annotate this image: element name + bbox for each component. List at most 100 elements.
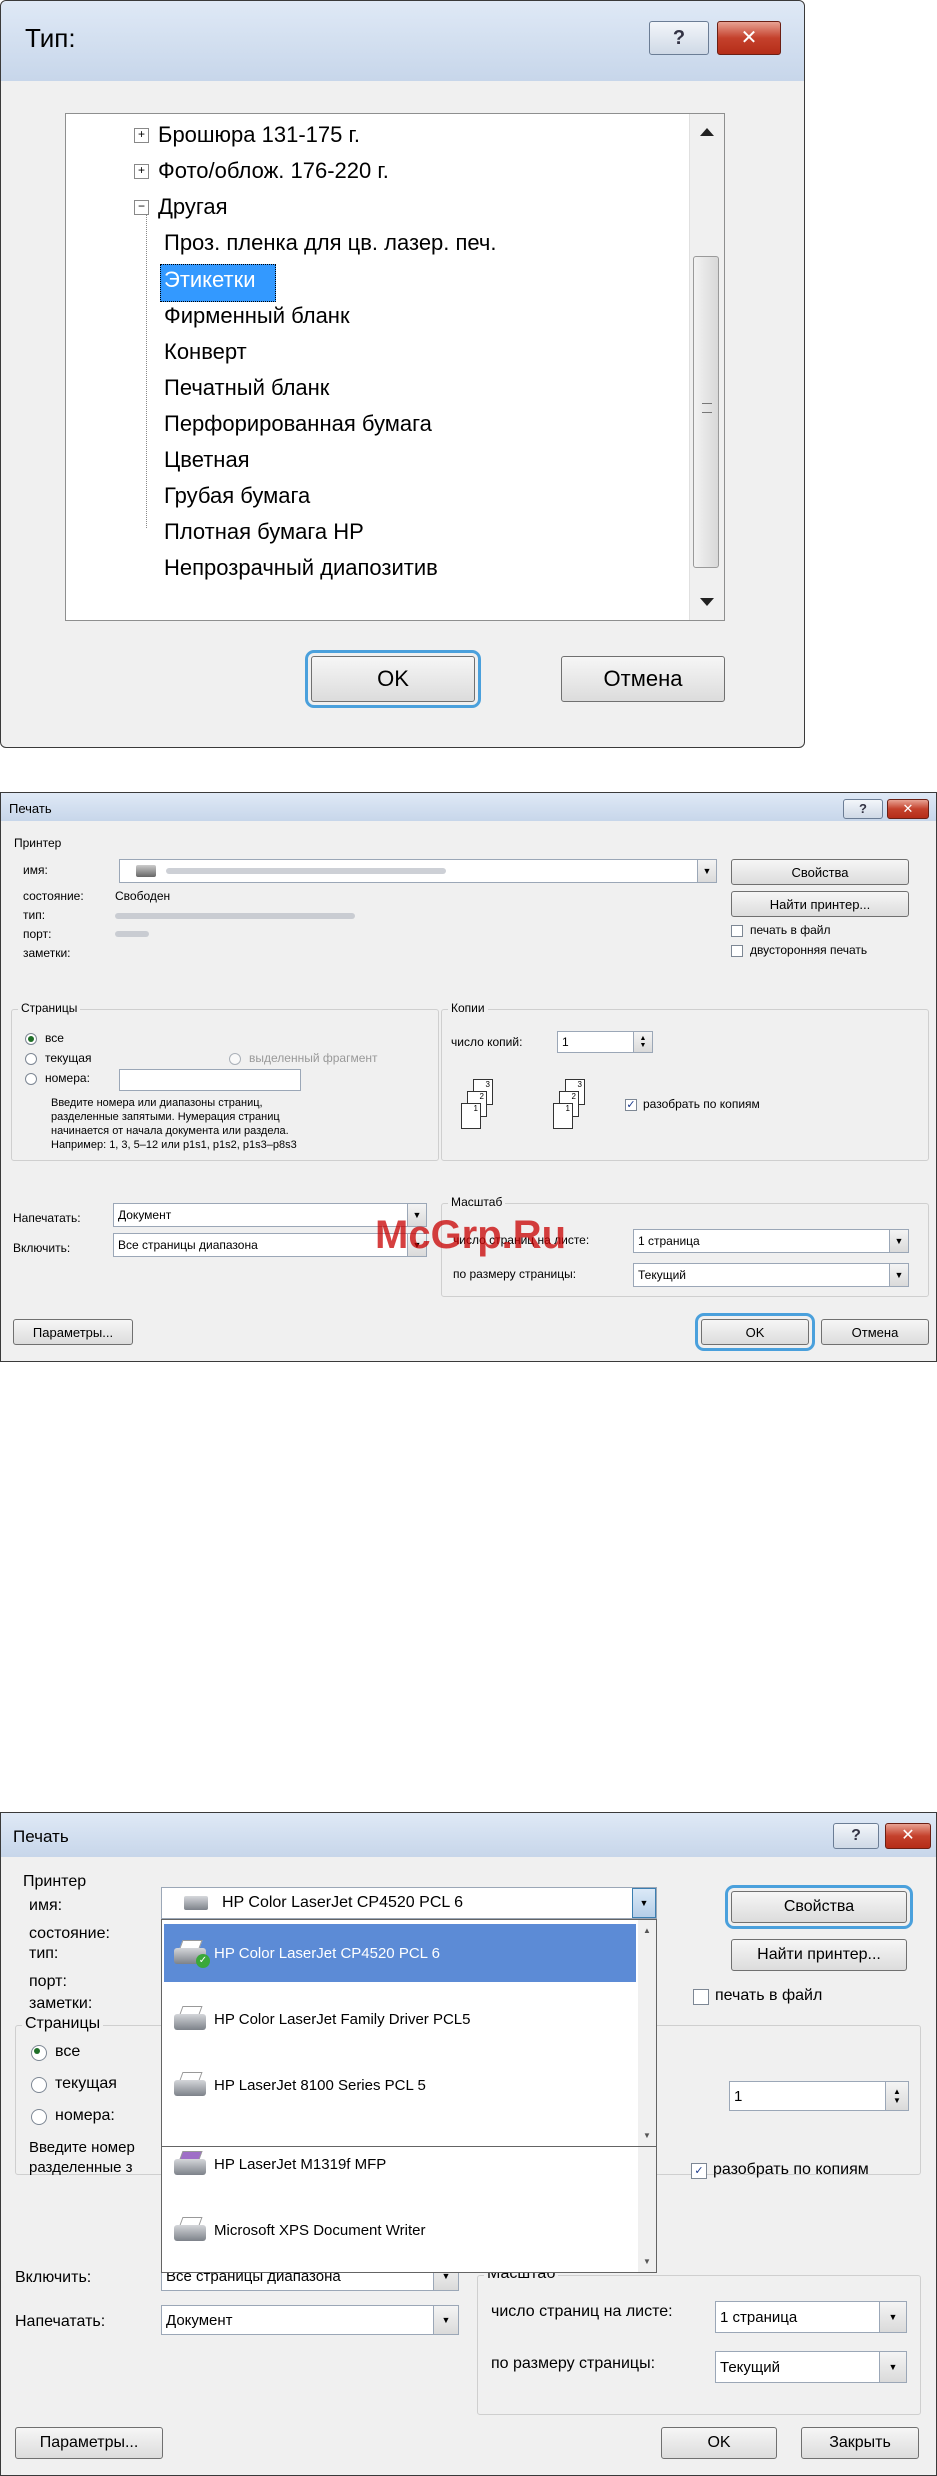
page-numbers-radio[interactable]: [31, 2109, 47, 2125]
find-printer-button[interactable]: Найти принтер...: [731, 1939, 907, 1971]
scale-select[interactable]: Текущий ▼: [715, 2351, 907, 2383]
ok-button[interactable]: OK: [661, 2427, 777, 2459]
printer-select[interactable]: ▼: [119, 859, 717, 883]
all-pages-radio[interactable]: [31, 2045, 47, 2061]
cancel-button[interactable]: Отмена: [821, 1319, 929, 1345]
pages-per-sheet-select[interactable]: 1 страница ▼: [633, 1229, 909, 1253]
printer-dropdown-list[interactable]: ▲ ▼ ✓ HP Color LaserJet CP4520 PCL 6 HP …: [161, 1919, 657, 2147]
collate-checkbox[interactable]: ✓: [625, 1099, 637, 1111]
copies-spinner[interactable]: ▲ ▼: [633, 1032, 652, 1052]
tree-expander-minus-icon[interactable]: −: [134, 200, 149, 215]
print-what-select[interactable]: Документ ▼: [161, 2305, 459, 2335]
blurred-type-value: [115, 913, 355, 919]
chevron-down-icon[interactable]: ▼: [697, 860, 716, 882]
duplex-checkbox[interactable]: [731, 945, 743, 957]
tree-item-envelope[interactable]: Конверт: [164, 339, 247, 365]
printer-option[interactable]: HP Color LaserJet Family Driver PCL5: [164, 1998, 638, 2040]
tree-item-labels[interactable]: Этикетки: [164, 267, 256, 293]
tree-item-colored[interactable]: Цветная: [164, 447, 250, 473]
scroll-thumb[interactable]: [693, 256, 719, 568]
pages-per-sheet-select[interactable]: 1 страница ▼: [715, 2301, 907, 2333]
help-button[interactable]: ?: [833, 1823, 879, 1849]
print-to-file-checkbox[interactable]: [693, 1989, 709, 2005]
tree-item-transparency[interactable]: Проз. пленка для цв. лазер. печ.: [164, 230, 497, 256]
paper-type-dialog: Тип: ? ✕ + Брошюра 131-175 г. + Фото/обл…: [0, 0, 805, 748]
tree-item-opaque-film[interactable]: Непрозрачный диапозитив: [164, 555, 438, 581]
close-button[interactable]: ✕: [885, 1823, 931, 1849]
printer-icon: [136, 865, 156, 877]
page-numbers-input[interactable]: [119, 1069, 301, 1091]
all-pages-label: все: [55, 2043, 81, 2060]
copies-input[interactable]: 1 ▲ ▼: [729, 2081, 909, 2111]
close-button[interactable]: ✕: [717, 21, 781, 55]
options-button[interactable]: Параметры...: [13, 1319, 133, 1345]
chevron-down-icon[interactable]: ▼: [889, 1264, 908, 1286]
chevron-down-icon[interactable]: ▼: [433, 2306, 458, 2334]
tree-expander-plus-icon[interactable]: +: [134, 164, 149, 179]
tree-item-brochure[interactable]: Брошюра 131-175 г.: [158, 122, 360, 148]
tree-item-heavy-hp[interactable]: Плотная бумага HP: [164, 519, 364, 545]
help-button[interactable]: ?: [649, 21, 709, 55]
tree-item-photo-cover[interactable]: Фото/облож. 176-220 г.: [158, 158, 389, 184]
options-button[interactable]: Параметры...: [15, 2427, 163, 2459]
chevron-down-icon[interactable]: ▼: [632, 1888, 656, 1918]
collate-checkbox[interactable]: ✓: [691, 2163, 707, 2179]
tree-expander-plus-icon[interactable]: +: [134, 128, 149, 143]
tree-item-letterhead[interactable]: Фирменный бланк: [164, 303, 350, 329]
blurred-printer-name: [166, 868, 446, 874]
properties-button[interactable]: Свойства: [731, 859, 909, 885]
printer-option-label: HP LaserJet M1319f MFP: [214, 2155, 387, 2173]
cancel-button[interactable]: Отмена: [561, 656, 725, 702]
chevron-down-icon[interactable]: ▼: [879, 2302, 906, 2332]
printer-option[interactable]: ✓ HP Color LaserJet CP4520 PCL 6: [164, 1932, 638, 1974]
printer-select[interactable]: HP Color LaserJet CP4520 PCL 6 ▼: [161, 1887, 657, 1919]
dropdown-scrollbar[interactable]: ▼: [638, 2147, 656, 2272]
properties-button[interactable]: Свойства: [725, 1885, 913, 1929]
scroll-up-icon[interactable]: [700, 128, 714, 136]
ok-label: OK: [745, 1324, 765, 1340]
all-pages-radio[interactable]: [25, 1033, 37, 1045]
printer-option[interactable]: HP LaserJet M1319f MFP: [164, 2143, 638, 2185]
current-page-radio[interactable]: [25, 1053, 37, 1065]
selection-radio[interactable]: [229, 1053, 241, 1065]
close-icon: ✕: [902, 801, 914, 816]
scale-select[interactable]: Текущий ▼: [633, 1263, 909, 1287]
find-printer-button[interactable]: Найти принтер...: [731, 891, 909, 917]
print-to-file-checkbox[interactable]: [731, 925, 743, 937]
paper-type-tree[interactable]: + Брошюра 131-175 г. + Фото/облож. 176-2…: [65, 113, 725, 621]
tree-scrollbar[interactable]: [689, 114, 724, 620]
copies-input[interactable]: 1 ▲ ▼: [557, 1031, 653, 1053]
pages-hint-line: разделенные запятыми. Нумерация страниц: [51, 1111, 280, 1123]
options-label: Параметры...: [32, 1324, 114, 1340]
chevron-down-icon[interactable]: ▼: [889, 1230, 908, 1252]
tree-item-prepunched[interactable]: Перфорированная бумага: [164, 411, 432, 437]
collate-page-icon: 1: [461, 1103, 481, 1129]
dropdown-scrollbar[interactable]: ▲ ▼: [638, 1920, 656, 2146]
scroll-down-icon[interactable]: ▼: [643, 2131, 651, 2140]
printer-option[interactable]: Microsoft XPS Document Writer: [164, 2209, 638, 2251]
include-label: Включить:: [15, 2269, 92, 2286]
printer-icon: [170, 2070, 210, 2100]
printer-dropdown-list-lower[interactable]: ▼ HP LaserJet M1319f MFP Microsoft XPS D…: [161, 2147, 657, 2273]
ok-button[interactable]: OK: [695, 1313, 815, 1351]
chevron-down-icon[interactable]: ▼: [879, 2352, 906, 2382]
help-button[interactable]: ?: [843, 799, 883, 819]
printer-option-label: HP Color LaserJet Family Driver PCL5: [214, 2010, 471, 2028]
pages-per-sheet-value: 1 страница: [720, 2308, 798, 2326]
scale-value: Текущий: [720, 2358, 780, 2376]
collate-label: разобрать по копиям: [643, 1097, 760, 1111]
scroll-up-icon[interactable]: ▲: [643, 1926, 651, 1935]
printer-option[interactable]: HP LaserJet 8100 Series PCL 5: [164, 2064, 638, 2106]
close-dialog-button[interactable]: Закрыть: [801, 2427, 919, 2459]
scroll-down-icon[interactable]: ▼: [643, 2257, 651, 2266]
close-button[interactable]: ✕: [887, 799, 929, 819]
ok-button[interactable]: OK: [305, 650, 481, 708]
scroll-down-icon[interactable]: [700, 598, 714, 606]
tree-item-other[interactable]: Другая: [158, 194, 228, 220]
page-numbers-radio[interactable]: [25, 1073, 37, 1085]
pages-hint-line: Введите номер: [29, 2139, 135, 2156]
tree-item-rough[interactable]: Грубая бумага: [164, 483, 310, 509]
tree-item-preprinted[interactable]: Печатный бланк: [164, 375, 329, 401]
current-page-radio[interactable]: [31, 2077, 47, 2093]
copies-spinner[interactable]: ▲ ▼: [885, 2082, 908, 2110]
